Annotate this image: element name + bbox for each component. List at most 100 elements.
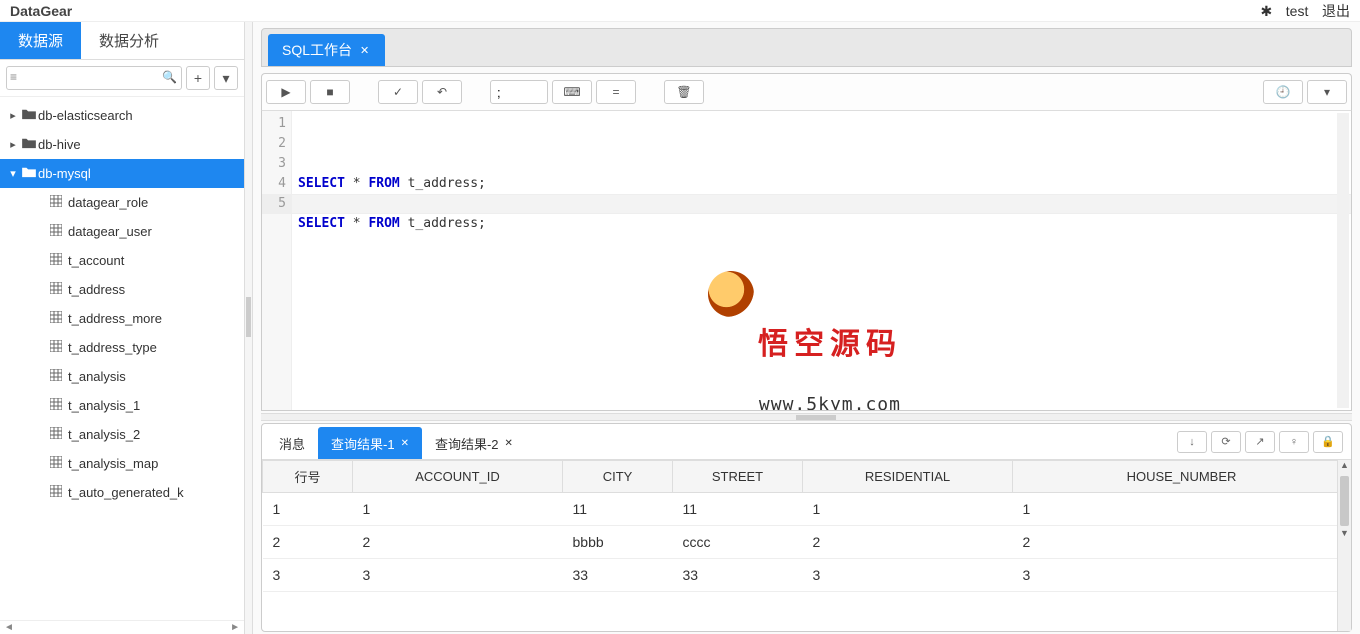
watermark: 悟空源码 www.5kym.com bbox=[758, 275, 902, 411]
close-icon[interactable]: ✕ bbox=[401, 438, 409, 449]
logout-link[interactable]: 退出 bbox=[1322, 3, 1350, 19]
add-button[interactable]: + bbox=[186, 66, 210, 90]
table-node[interactable]: t_account bbox=[0, 246, 244, 275]
sidebar-toolbar: ≡ 🔍 + ▾ bbox=[0, 60, 244, 97]
result-tabs: 消息 查询结果-1 ✕ 查询结果-2 ✕ ↓ ⟳ ↗ ♀ 🔒 bbox=[262, 424, 1351, 460]
search-input[interactable] bbox=[6, 66, 182, 90]
more-button[interactable]: ▾ bbox=[214, 66, 238, 90]
table-icon bbox=[50, 282, 68, 297]
gear-icon[interactable]: ✱ bbox=[1260, 3, 1272, 19]
folder-icon bbox=[20, 108, 38, 123]
db-node-elasticsearch[interactable]: ▸ db-elasticsearch bbox=[0, 101, 244, 130]
tab-messages[interactable]: 消息 bbox=[266, 427, 318, 459]
caret-icon: ▸ bbox=[6, 138, 20, 151]
column-header[interactable]: 行号 bbox=[263, 461, 353, 493]
sidebar: 数据源 数据分析 ≡ 🔍 + ▾ ▸ db-elasticsearch ▸ db… bbox=[0, 22, 245, 634]
close-icon[interactable]: ✕ bbox=[360, 44, 369, 57]
table-node[interactable]: t_analysis bbox=[0, 362, 244, 391]
column-header[interactable]: RESIDENTIAL bbox=[803, 461, 1013, 493]
tab-result-1[interactable]: 查询结果-1 ✕ bbox=[318, 427, 422, 459]
table-node[interactable]: t_address bbox=[0, 275, 244, 304]
history-button[interactable]: 🕘 bbox=[1263, 80, 1303, 104]
column-header[interactable]: STREET bbox=[673, 461, 803, 493]
table-row[interactable]: 22bbbbcccc22 bbox=[263, 526, 1351, 559]
cell: 33 bbox=[673, 559, 803, 592]
table-label: t_address bbox=[68, 282, 125, 297]
rollback-button[interactable]: ↶ bbox=[422, 80, 462, 104]
cell: cccc bbox=[673, 526, 803, 559]
horizontal-splitter[interactable] bbox=[261, 413, 1352, 421]
workspace-tabs: SQL工作台 ✕ bbox=[261, 28, 1352, 67]
cell: 2 bbox=[263, 526, 353, 559]
commit-button[interactable]: ✓ bbox=[378, 80, 418, 104]
table-icon bbox=[50, 427, 68, 442]
table-node[interactable]: datagear_role bbox=[0, 188, 244, 217]
user-label[interactable]: test bbox=[1286, 3, 1309, 19]
table-vscroll[interactable]: ▲▼ bbox=[1337, 460, 1351, 631]
tab-analysis[interactable]: 数据分析 bbox=[81, 22, 177, 59]
sidebar-hscroll[interactable]: ◄► bbox=[0, 620, 244, 634]
sql-editor[interactable]: 12345 SELECT * FROM t_address; SELECT * … bbox=[261, 111, 1352, 411]
hint-button[interactable]: ♀ bbox=[1279, 431, 1309, 453]
result-table-wrap: 行号ACCOUNT_IDCITYSTREETRESIDENTIALHOUSE_N… bbox=[262, 460, 1351, 631]
table-icon bbox=[50, 398, 68, 413]
dropdown-button[interactable]: ▾ bbox=[1307, 80, 1347, 104]
cell: 3 bbox=[353, 559, 563, 592]
delete-button[interactable]: 🗑 bbox=[664, 80, 704, 104]
cell: 2 bbox=[1013, 526, 1351, 559]
close-icon[interactable]: ✕ bbox=[505, 438, 513, 449]
topbar-right: ✱ test 退出 bbox=[1250, 1, 1350, 21]
table-icon bbox=[50, 340, 68, 355]
folder-icon bbox=[20, 137, 38, 152]
app-title: DataGear bbox=[10, 3, 72, 19]
tab-datasource[interactable]: 数据源 bbox=[0, 22, 81, 59]
cell: 1 bbox=[263, 493, 353, 526]
lock-button[interactable]: 🔒 bbox=[1313, 431, 1343, 453]
equals-button[interactable]: = bbox=[596, 80, 636, 104]
table-icon bbox=[50, 369, 68, 384]
watermark-url: www.5kym.com bbox=[758, 395, 902, 411]
table-icon bbox=[50, 253, 68, 268]
menu-icon[interactable]: ≡ bbox=[10, 70, 17, 84]
column-header[interactable]: HOUSE_NUMBER bbox=[1013, 461, 1351, 493]
db-node-mysql[interactable]: ▾ db-mysql bbox=[0, 159, 244, 188]
tab-sql-workspace[interactable]: SQL工作台 ✕ bbox=[268, 34, 385, 66]
table-node[interactable]: t_analysis_1 bbox=[0, 391, 244, 420]
topbar: DataGear ✱ test 退出 bbox=[0, 0, 1360, 22]
cell: 1 bbox=[353, 493, 563, 526]
vertical-splitter[interactable] bbox=[245, 22, 253, 634]
table-node[interactable]: t_auto_generated_k bbox=[0, 478, 244, 507]
table-row[interactable]: 33333333 bbox=[263, 559, 1351, 592]
keyboard-button[interactable]: ⌨ bbox=[552, 80, 592, 104]
table-node[interactable]: t_analysis_map bbox=[0, 449, 244, 478]
sidebar-tabs: 数据源 数据分析 bbox=[0, 22, 244, 60]
stop-button[interactable]: ■ bbox=[310, 80, 350, 104]
cell: 3 bbox=[803, 559, 1013, 592]
db-label: db-mysql bbox=[38, 166, 91, 181]
table-node[interactable]: t_address_more bbox=[0, 304, 244, 333]
table-icon bbox=[50, 311, 68, 326]
line-gutter: 12345 bbox=[262, 111, 292, 410]
code-area[interactable]: SELECT * FROM t_address; SELECT * FROM t… bbox=[292, 111, 1351, 410]
main-area: SQL工作台 ✕ ▶ ■ ✓ ↶ ⌨ = 🗑 🕘 ▾ 12345 bbox=[253, 22, 1360, 634]
run-button[interactable]: ▶ bbox=[266, 80, 306, 104]
refresh-button[interactable]: ⟳ bbox=[1211, 431, 1241, 453]
db-label: db-hive bbox=[38, 137, 81, 152]
results-panel: 消息 查询结果-1 ✕ 查询结果-2 ✕ ↓ ⟳ ↗ ♀ 🔒 bbox=[261, 423, 1352, 632]
tab-label: SQL工作台 bbox=[282, 40, 352, 60]
delimiter-input[interactable] bbox=[490, 80, 548, 104]
table-node[interactable]: t_address_type bbox=[0, 333, 244, 362]
tab-result-2[interactable]: 查询结果-2 ✕ bbox=[422, 427, 526, 459]
db-node-hive[interactable]: ▸ db-hive bbox=[0, 130, 244, 159]
search-icon[interactable]: 🔍 bbox=[162, 70, 177, 84]
expand-button[interactable]: ↗ bbox=[1245, 431, 1275, 453]
table-node[interactable]: datagear_user bbox=[0, 217, 244, 246]
column-header[interactable]: ACCOUNT_ID bbox=[353, 461, 563, 493]
cell: 11 bbox=[673, 493, 803, 526]
column-header[interactable]: CITY bbox=[563, 461, 673, 493]
table-node[interactable]: t_analysis_2 bbox=[0, 420, 244, 449]
watermark-text: 悟空源码 bbox=[758, 335, 902, 355]
result-table: 行号ACCOUNT_IDCITYSTREETRESIDENTIALHOUSE_N… bbox=[262, 460, 1351, 592]
table-row[interactable]: 11111111 bbox=[263, 493, 1351, 526]
download-button[interactable]: ↓ bbox=[1177, 431, 1207, 453]
